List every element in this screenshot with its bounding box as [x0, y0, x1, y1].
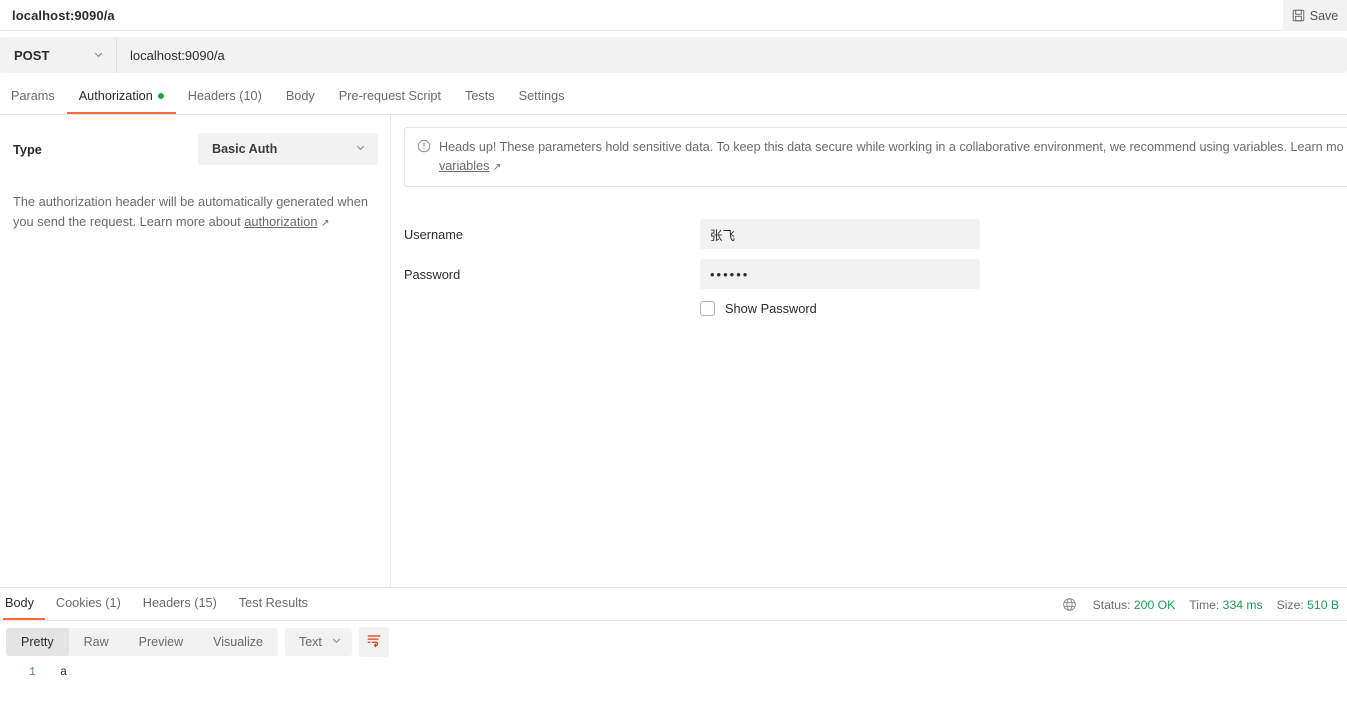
auth-type-row: Type Basic Auth [12, 133, 378, 165]
status-badge: Status: 200 OK [1093, 598, 1176, 612]
size-label: Size: [1276, 597, 1304, 612]
info-circle-icon [417, 138, 431, 177]
url-bar: POST localhost:9090/a [0, 37, 1347, 73]
line-content: a [60, 665, 68, 679]
status-label: Status: [1092, 597, 1131, 612]
http-method-select[interactable]: POST [0, 37, 117, 73]
basic-auth-fields: Username 张飞 Password •••••• Show Passwor… [404, 219, 1347, 316]
code-line: 1 a [2, 663, 1347, 681]
tab-pre-request-script-label: Pre-request Script [338, 88, 441, 103]
size-badge: Size: 510 B [1277, 598, 1339, 612]
tab-pre-request-script[interactable]: Pre-request Script [327, 79, 453, 114]
tab-body-label: Body [285, 88, 315, 103]
format-pretty-button[interactable]: Pretty [6, 628, 69, 656]
chevron-down-icon [93, 48, 104, 63]
word-wrap-toggle-button[interactable] [358, 627, 389, 657]
time-value: 334 ms [1222, 597, 1263, 612]
content-type-value: Text [298, 635, 322, 649]
response-header: Body Cookies (1) Headers (15) Test Resul… [0, 588, 1347, 621]
request-tab-title[interactable]: localhost:9090/a [0, 8, 115, 23]
response-tab-body-label: Body [5, 596, 34, 610]
content-type-select[interactable]: Text [284, 628, 352, 656]
auth-fields-pane: Heads up! These parameters hold sensitiv… [391, 115, 1347, 587]
tab-tests-label: Tests [465, 88, 495, 103]
tab-authorization[interactable]: Authorization [66, 79, 176, 114]
word-wrap-icon [366, 632, 382, 653]
tab-headers-label: Headers (10) [187, 88, 262, 103]
username-input[interactable]: 张飞 [700, 219, 980, 249]
size-value: 510 B [1307, 597, 1339, 612]
save-button-label: Save [1309, 8, 1339, 23]
response-tab-test-results[interactable]: Test Results [228, 588, 319, 620]
show-password-checkbox[interactable] [700, 301, 715, 316]
format-preview-label: Preview [138, 635, 184, 649]
tab-settings[interactable]: Settings [507, 79, 577, 114]
response-tab-cookies-label: Cookies (1) [55, 596, 121, 610]
line-number: 1 [28, 665, 36, 679]
show-password-row: Show Password [404, 301, 1347, 316]
tab-authorization-label: Authorization [78, 88, 153, 103]
tab-params-label: Params [11, 88, 55, 103]
status-value: 200 OK [1133, 597, 1176, 612]
chevron-down-icon [355, 142, 366, 156]
username-row: Username 张飞 [404, 219, 1347, 249]
response-body-viewer[interactable]: 1 a [0, 663, 1347, 727]
auth-type-select[interactable]: Basic Auth [198, 133, 378, 165]
response-tabs: Body Cookies (1) Headers (15) Test Resul… [0, 588, 319, 620]
external-link-icon: ↗ [492, 162, 502, 173]
password-row: Password •••••• [404, 259, 1347, 289]
postman-request-window: localhost:9090/a Save POST localhost:909… [0, 0, 1347, 727]
response-format-toolbar: Pretty Raw Preview Visualize Text [0, 621, 1347, 663]
titlebar: localhost:9090/a Save [0, 0, 1347, 31]
sensitive-data-notice-text: Heads up! These parameters hold sensitiv… [439, 138, 1344, 177]
globe-icon[interactable] [1062, 597, 1077, 612]
response-pane: Body Cookies (1) Headers (15) Test Resul… [0, 587, 1347, 727]
response-meta: Status: 200 OK Time: 334 ms Size: 510 B [1062, 588, 1339, 621]
authorization-panel: Type Basic Auth The authorization header… [0, 115, 1347, 587]
format-pretty-label: Pretty [21, 635, 54, 649]
response-tab-headers-label: Headers (15) [142, 596, 217, 610]
password-label: Password [404, 266, 461, 282]
auth-type-pane: Type Basic Auth The authorization header… [0, 115, 391, 587]
url-row: POST localhost:9090/a [0, 31, 1347, 79]
response-tab-headers[interactable]: Headers (15) [132, 588, 228, 620]
password-input[interactable]: •••••• [700, 259, 980, 289]
auth-type-label: Type [13, 141, 42, 157]
time-label: Time: [1189, 597, 1220, 612]
response-tab-body[interactable]: Body [3, 588, 45, 620]
tab-body[interactable]: Body [274, 79, 327, 114]
auth-type-value: Basic Auth [212, 142, 278, 156]
http-method-value: POST [14, 47, 50, 63]
variables-docs-link[interactable]: variables [439, 159, 489, 173]
response-tab-cookies[interactable]: Cookies (1) [45, 588, 132, 620]
tab-params[interactable]: Params [0, 79, 67, 114]
format-raw-button[interactable]: Raw [69, 628, 124, 656]
chevron-down-icon [331, 635, 342, 649]
tab-settings-label: Settings [518, 88, 565, 103]
format-raw-label: Raw [83, 635, 109, 649]
request-tabs: Params Authorization Headers (10) Body P… [0, 79, 1347, 115]
external-link-icon: ↗ [321, 218, 330, 229]
format-preview-button[interactable]: Preview [124, 628, 198, 656]
tab-tests[interactable]: Tests [453, 79, 507, 114]
floppy-disk-icon [1292, 9, 1305, 22]
notice-body: Heads up! These parameters hold sensitiv… [439, 140, 1344, 154]
time-badge: Time: 334 ms [1189, 598, 1262, 612]
format-visualize-label: Visualize [213, 635, 263, 649]
auth-help-text: The authorization header will be automat… [12, 192, 374, 234]
authorization-status-dot-icon [157, 92, 164, 99]
save-button[interactable]: Save [1283, 0, 1347, 31]
username-label: Username [404, 226, 464, 242]
show-password-label[interactable]: Show Password [725, 301, 817, 316]
authorization-docs-link[interactable]: authorization [244, 214, 317, 229]
tab-headers[interactable]: Headers (10) [176, 79, 274, 114]
url-input[interactable]: localhost:9090/a [117, 37, 1347, 73]
response-tab-test-results-label: Test Results [238, 596, 308, 610]
response-format-segmented: Pretty Raw Preview Visualize [6, 628, 278, 656]
format-visualize-button[interactable]: Visualize [198, 628, 278, 656]
sensitive-data-notice: Heads up! These parameters hold sensitiv… [404, 127, 1347, 187]
